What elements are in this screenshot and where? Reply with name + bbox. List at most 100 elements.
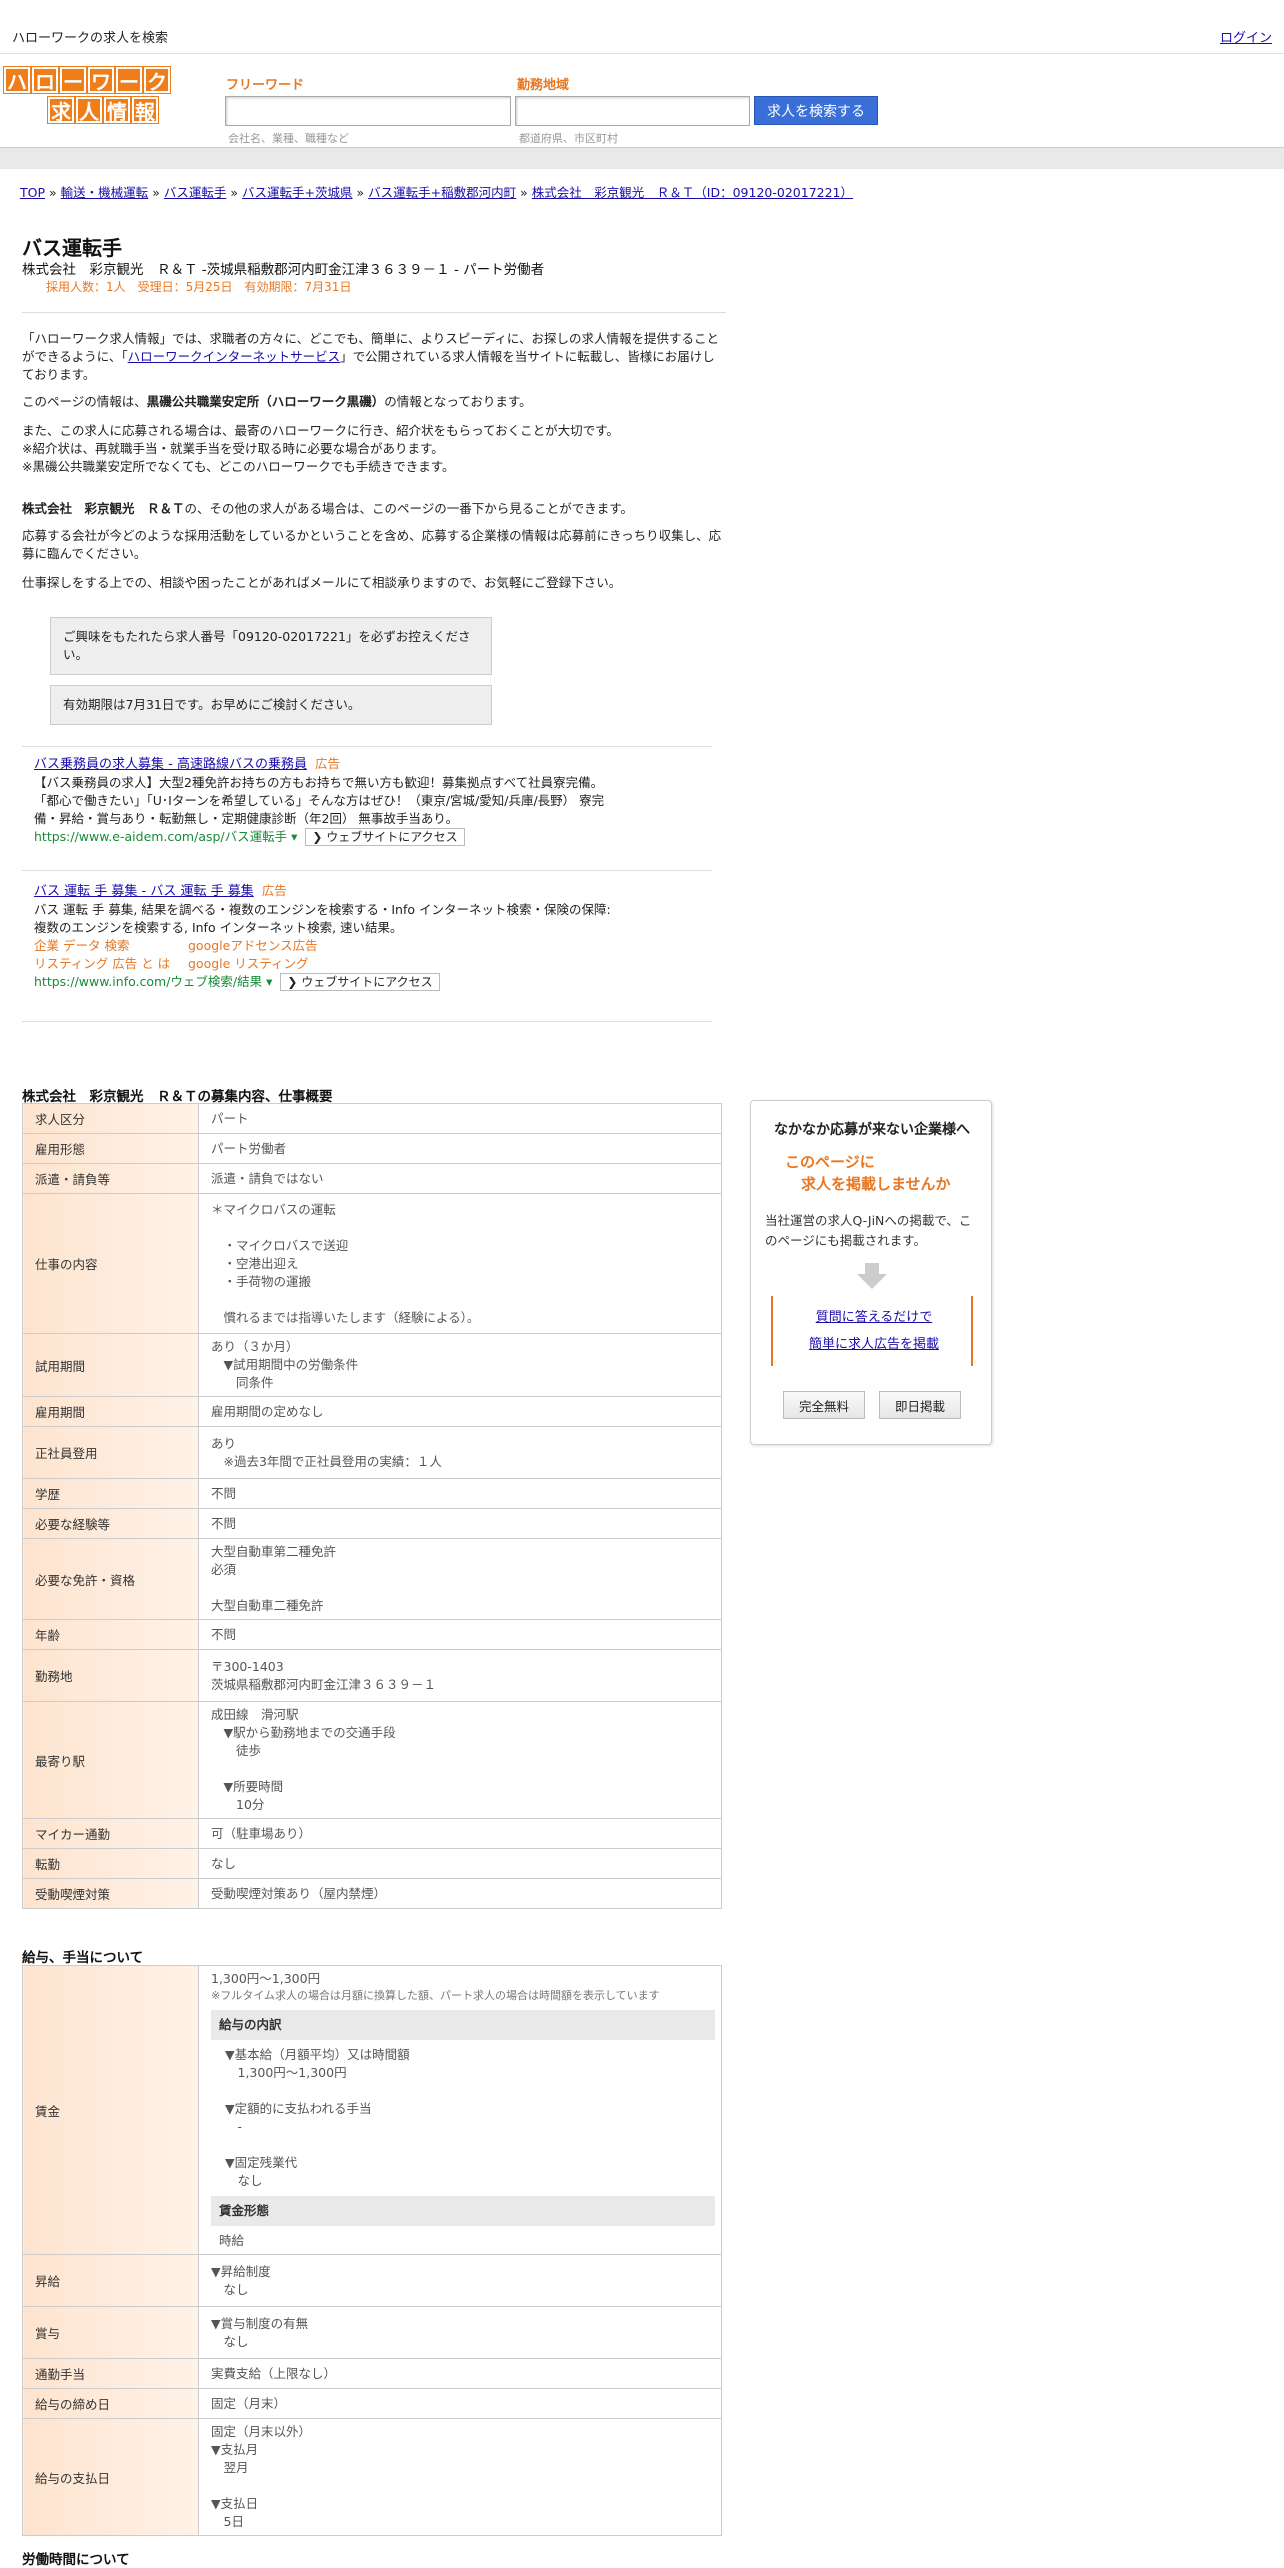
value-line: 可（駐車場あり） <box>211 1825 312 1841</box>
ad-sitelink[interactable]: googleアドセンス広告 <box>188 938 318 953</box>
row-key: 勤務地 <box>22 1649 199 1702</box>
visit-label: ウェブサイトにアクセス <box>326 830 458 844</box>
advertise-description: 当社運営の求人Q-JiNへの掲載で、このページにも掲載されます。 <box>765 1213 972 1248</box>
job-subtitle: 株式会社 彩京観光 Ｒ＆Ｔ -茨城県稲敷郡河内町金江津３６３９－１ - パート労… <box>22 262 545 278</box>
same-day-button[interactable]: 即日掲載 <box>879 1391 961 1419</box>
table-row: 受動喫煙対策 受動喫煙対策あり（屋内禁煙） <box>22 1878 722 1909</box>
intro-text: また、この求人に応募される場合は、最寄のハローワークに行き、紹介状をもらっておく… <box>22 423 619 438</box>
table-row: 給与の支払日 固定（月末以外） ▼支払月 翌月 ▼支払日 5日 <box>22 2418 722 2536</box>
ad-sitelink[interactable]: google リスティング <box>188 956 309 971</box>
table-row: 通勤手当 実費支給（上限なし） <box>22 2358 722 2389</box>
table-row: 求人区分 パート <box>22 1103 722 1134</box>
row-key: 昇給 <box>22 2254 199 2307</box>
value-line: 固定（月末以外） <box>211 2424 312 2439</box>
value-line: なし <box>211 2333 249 2349</box>
divider <box>22 746 712 747</box>
table-row: 昇給 ▼昇給制度 なし <box>22 2254 722 2307</box>
intro-paragraph-6: 仕事探しをする上での、相談や困ったことがあればメールにて相談承りますので、お気軽… <box>22 575 622 590</box>
row-value: あり（３か月） ▼試用期間中の労働条件 同条件 <box>198 1333 722 1397</box>
wage-value: 1,300円〜1,300円 ※フルタイム求人の場合は月額に換算した額、パート求人… <box>198 1965 722 2255</box>
row-key: 賞与 <box>22 2306 199 2359</box>
ad-sitelink[interactable]: リスティング 広告 と は <box>34 955 188 973</box>
intro-paragraph-3: また、この求人に応募される場合は、最寄のハローワークに行き、紹介状をもらっておく… <box>22 422 722 476</box>
divider <box>22 312 726 313</box>
site-logo[interactable]: ハローワーク 求人情報 <box>3 66 182 125</box>
advertise-link[interactable]: 簡単に求人広告を掲載 <box>773 1333 975 1352</box>
value-line: 翌月 <box>211 2460 249 2475</box>
value-line: ・空港出迎え <box>211 1255 299 1271</box>
value-line: 5日 <box>211 2514 244 2529</box>
keyword-label: フリーワード <box>226 78 305 93</box>
breadcrumb-separator: » <box>152 185 160 200</box>
visit-site-button[interactable]: ❯ ウェブサイトにアクセス <box>280 973 440 991</box>
breadcrumb-link[interactable]: 輸送・機械運転 <box>61 185 149 200</box>
breakdown-line: なし <box>225 2173 263 2188</box>
job-title: バス運転手 <box>22 236 122 260</box>
row-key: 学歴 <box>22 1478 199 1509</box>
value-line: ▼支払月 <box>211 2442 259 2457</box>
search-button[interactable]: 求人を検索する <box>754 96 878 125</box>
ad-title-link[interactable]: バス乗務員の求人募集 - 高速路線バスの乗務員 <box>34 757 307 772</box>
header-divider <box>0 147 1284 169</box>
login-link[interactable]: ログイン <box>1220 27 1272 46</box>
value-line: パート労働者 <box>211 1140 287 1156</box>
row-key: 仕事の内容 <box>22 1193 199 1334</box>
row-key: 通勤手当 <box>22 2358 199 2389</box>
row-value: ▼賞与制度の有無 なし <box>198 2306 722 2359</box>
free-button[interactable]: 完全無料 <box>783 1391 865 1419</box>
logo-char: ハ <box>3 66 31 94</box>
table-row: 必要な経験等 不問 <box>22 1508 722 1539</box>
ad-url[interactable]: https://www.info.com/ウェブ検索/結果 <box>34 974 262 989</box>
caret-down-icon[interactable]: ▾ <box>262 974 272 989</box>
breakdown-line: 1,300円〜1,300円 <box>225 2065 347 2080</box>
hellowork-internet-link[interactable]: ハローワークインターネットサービス <box>128 349 341 364</box>
value-line: 実費支給（上限なし） <box>211 2365 337 2381</box>
row-key: 求人区分 <box>22 1103 199 1134</box>
breadcrumb-link[interactable]: 株式会社 彩京観光 Ｒ＆Ｔ（ID：09120-02017221） <box>532 185 853 200</box>
row-value: 可（駐車場あり） <box>198 1818 722 1849</box>
row-key: 転勤 <box>22 1848 199 1879</box>
value-line: 派遣・請負ではない <box>211 1170 324 1186</box>
table-row: 賃金 1,300円〜1,300円 ※フルタイム求人の場合は月額に換算した額、パー… <box>22 1965 722 2255</box>
caret-down-icon[interactable]: ▾ <box>287 829 297 844</box>
row-key: 給与の締め日 <box>22 2388 199 2419</box>
row-key: 年齢 <box>22 1619 199 1650</box>
area-input[interactable] <box>515 96 750 126</box>
keyword-input[interactable] <box>225 96 511 126</box>
table-row: 雇用期間 雇用期間の定めなし <box>22 1396 722 1427</box>
job-meta: 採用人数：1人 受理日：5月25日 有効期限：7月31日 <box>46 280 352 294</box>
value-line: ▼試用期間中の労働条件 <box>211 1357 359 1372</box>
breakdown-line: ▼基本給（月額平均）又は時間額 <box>225 2047 410 2062</box>
ad-title-link[interactable]: バス 運転 手 募集 - バス 運転 手 募集 <box>34 884 254 899</box>
row-key: 雇用期間 <box>22 1396 199 1427</box>
breadcrumb-link[interactable]: バス運転手 <box>164 185 227 200</box>
value-line: ▼賞与制度の有無 <box>211 2315 309 2331</box>
ad-2: バス 運転 手 募集 - バス 運転 手 募集 広告 バス 運転 手 募集, 結果… <box>34 882 704 991</box>
area-hint: 都道府県、市区町村 <box>519 132 618 145</box>
row-value: 実費支給（上限なし） <box>198 2358 722 2389</box>
breadcrumb-link[interactable]: TOP <box>20 185 45 200</box>
breadcrumb-link[interactable]: バス運転手+茨城県 <box>242 185 352 200</box>
row-value: 派遣・請負ではない <box>198 1163 722 1194</box>
visit-site-button[interactable]: ❯ ウェブサイトにアクセス <box>305 828 465 846</box>
value-line: 固定（月末） <box>211 2395 287 2411</box>
row-key: 雇用形態 <box>22 1133 199 1164</box>
intro-paragraph-1: 「ハローワーク求人情報」では、求職者の方々に、どこでも、簡単に、よりスピーディに… <box>22 330 722 384</box>
row-value: ▼昇給制度 なし <box>198 2254 722 2307</box>
row-key: マイカー通勤 <box>22 1818 199 1849</box>
ad-url[interactable]: https://www.e-aidem.com/asp/バス運転手 <box>34 829 287 844</box>
value-line: 徒歩 <box>211 1743 262 1758</box>
intro-text: ※黒磯公共職業安定所でなくても、どこのハローワークでも手続きできます。 <box>22 459 455 474</box>
value-line: 不問 <box>211 1515 237 1531</box>
advertise-link[interactable]: 質問に答えるだけで <box>773 1306 975 1325</box>
value-line: なし <box>211 1855 237 1871</box>
divider <box>22 1021 712 1022</box>
breadcrumb-link[interactable]: バス運転手+稲敷郡河内町 <box>368 185 516 200</box>
intro-text: このページの情報は、 <box>22 394 147 409</box>
row-value: 成田線 滑河駅 ▼駅から勤務地までの交通手段 徒歩 ▼所要時間 10分 <box>198 1701 722 1819</box>
ad-body: バス 運転 手 募集, 結果を調べる・複数のエンジンを検索する・Info インタ… <box>34 902 611 917</box>
row-key: 派遣・請負等 <box>22 1163 199 1194</box>
row-key: 必要な免許・資格 <box>22 1538 199 1620</box>
ad-sitelink[interactable]: 企業 データ 検索 <box>34 937 188 955</box>
value-line <box>211 1760 709 1778</box>
